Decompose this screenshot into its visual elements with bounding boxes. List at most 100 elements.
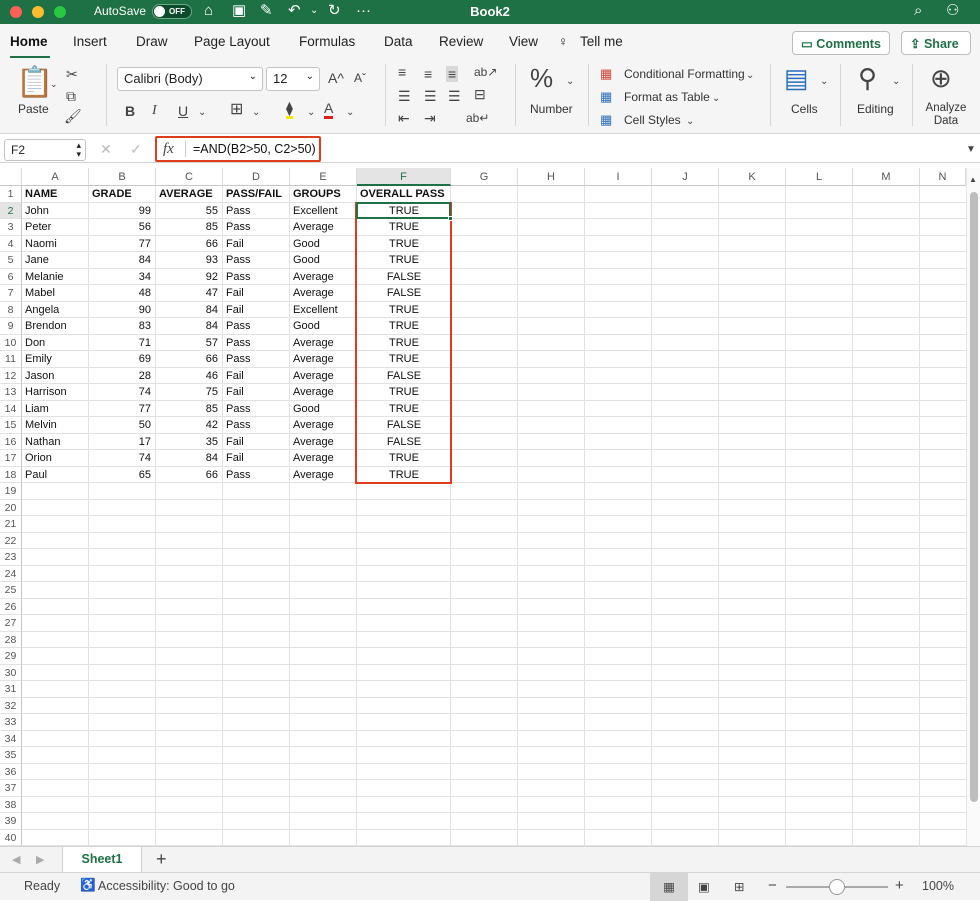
font-color-icon[interactable]: A (324, 100, 334, 119)
fill-handle[interactable] (448, 216, 453, 221)
align-left-icon[interactable]: ☰ (398, 88, 411, 104)
italic-button[interactable]: I (152, 103, 157, 119)
data-cell[interactable]: 50 (89, 417, 156, 434)
data-cell[interactable]: Fail (223, 384, 290, 401)
borders-dropdown-icon[interactable]: ⌄ (252, 105, 260, 121)
data-cell[interactable]: Fail (223, 285, 290, 302)
column-header-f[interactable]: F (357, 168, 451, 186)
header-cell[interactable]: AVERAGE (156, 186, 223, 203)
data-cell[interactable]: Average (290, 434, 357, 451)
row-header-9[interactable]: 9 (0, 318, 22, 335)
number-label[interactable]: Number (530, 102, 573, 116)
data-cell[interactable]: 99 (89, 203, 156, 220)
header-cell[interactable]: GROUPS (290, 186, 357, 203)
data-cell[interactable]: Pass (223, 252, 290, 269)
data-cell[interactable]: 85 (156, 219, 223, 236)
undo-icon[interactable]: ↶ (288, 2, 301, 20)
data-cell[interactable]: Emily (22, 351, 89, 368)
data-cell[interactable]: 71 (89, 335, 156, 352)
data-cell[interactable]: Peter (22, 219, 89, 236)
row-header-35[interactable]: 35 (0, 747, 22, 764)
data-cell[interactable]: 66 (156, 236, 223, 253)
data-cell[interactable]: 56 (89, 219, 156, 236)
scroll-up-icon[interactable]: ▲ (969, 172, 977, 188)
editing-icon[interactable]: ⚲ (858, 64, 877, 92)
conditional-formatting-icon[interactable]: ▦ (600, 66, 612, 82)
align-bottom-icon[interactable]: ≡ (446, 66, 459, 82)
data-cell[interactable]: 93 (156, 252, 223, 269)
page-break-view-icon[interactable]: ⊞ (734, 879, 744, 894)
column-header-n[interactable]: N (920, 168, 966, 186)
cell-styles-icon[interactable]: ▦ (600, 112, 612, 128)
zoom-window-button[interactable] (54, 6, 66, 18)
cut-icon[interactable]: ✂ (66, 66, 78, 82)
data-cell[interactable]: Fail (223, 302, 290, 319)
data-cell[interactable]: Average (290, 368, 357, 385)
row-header-31[interactable]: 31 (0, 681, 22, 698)
tab-draw[interactable]: Draw (136, 34, 168, 49)
fill-color-icon[interactable]: ⧫ (286, 100, 293, 119)
row-header-3[interactable]: 3 (0, 219, 22, 236)
conditional-formatting-button[interactable]: Conditional Formatting (624, 67, 745, 81)
data-cell[interactable]: 77 (89, 401, 156, 418)
search-icon[interactable]: ⌕ (914, 2, 922, 20)
data-cell[interactable]: Orion (22, 450, 89, 467)
redo-icon[interactable]: ↻ (328, 2, 341, 20)
data-cell[interactable]: 85 (156, 401, 223, 418)
row-header-14[interactable]: 14 (0, 400, 22, 417)
align-right-icon[interactable]: ☰ (448, 88, 461, 104)
merge-center-icon[interactable]: ⊟ (474, 86, 486, 102)
row-header-27[interactable]: 27 (0, 615, 22, 632)
page-layout-view-icon[interactable]: ▣ (698, 879, 710, 894)
percent-icon[interactable]: % (530, 64, 553, 92)
cells-label[interactable]: Cells (791, 102, 818, 116)
data-cell[interactable]: 84 (89, 252, 156, 269)
data-cell[interactable]: 84 (156, 318, 223, 335)
data-cell[interactable]: Fail (223, 434, 290, 451)
scroll-sheets-right-icon[interactable]: ▶ (36, 852, 44, 868)
data-cell[interactable]: 77 (89, 236, 156, 253)
data-cell[interactable]: Average (290, 384, 357, 401)
data-cell[interactable]: John (22, 203, 89, 220)
column-header-j[interactable]: J (652, 168, 719, 186)
enter-icon[interactable]: ✓ (130, 141, 142, 157)
tab-page-layout[interactable]: Page Layout (194, 34, 270, 49)
row-header-4[interactable]: 4 (0, 235, 22, 252)
data-cell[interactable]: Fail (223, 368, 290, 385)
tab-view[interactable]: View (509, 34, 538, 49)
align-center-icon[interactable]: ☰ (424, 88, 437, 104)
row-header-29[interactable]: 29 (0, 648, 22, 665)
data-cell[interactable]: 46 (156, 368, 223, 385)
data-cell[interactable]: Pass (223, 318, 290, 335)
editing-dropdown-icon[interactable]: ⌄ (892, 74, 900, 90)
data-cell[interactable]: Naomi (22, 236, 89, 253)
data-cell[interactable]: Angela (22, 302, 89, 319)
data-cell[interactable]: Pass (223, 401, 290, 418)
row-header-22[interactable]: 22 (0, 532, 22, 549)
data-cell[interactable]: 28 (89, 368, 156, 385)
data-cell[interactable]: 66 (156, 467, 223, 484)
underline-button[interactable]: U (178, 103, 188, 119)
cells-icon[interactable]: ▤ (784, 64, 809, 92)
data-cell[interactable]: Nathan (22, 434, 89, 451)
function-icon[interactable]: fx (163, 141, 174, 157)
worksheet-grid[interactable]: A B C D E F G H I J K L M N 1 2 3 4 5 6 7 8 9 10 11 12 13 14 15 16 17 1… (0, 168, 966, 846)
column-header-k[interactable]: K (719, 168, 786, 186)
data-cell[interactable]: Jane (22, 252, 89, 269)
chevron-down-icon[interactable]: ⌄ (712, 91, 720, 107)
column-header-b[interactable]: B (89, 168, 156, 186)
data-cell[interactable]: Jason (22, 368, 89, 385)
data-cell[interactable]: 84 (156, 450, 223, 467)
sheet-tab-sheet1[interactable]: Sheet1 (62, 847, 142, 873)
formula-input[interactable]: =AND(B2>50, C2>50) (193, 142, 316, 156)
data-cell[interactable]: 74 (89, 450, 156, 467)
copy-icon[interactable]: ⧉ (66, 88, 76, 104)
row-header-8[interactable]: 8 (0, 301, 22, 318)
data-cell[interactable]: 42 (156, 417, 223, 434)
format-painter-icon[interactable]: 🖌 (64, 108, 82, 124)
data-cell[interactable]: 69 (89, 351, 156, 368)
font-size-dropdown[interactable]: 12 ⌄ (266, 67, 320, 91)
normal-view-icon[interactable]: ▦ (650, 873, 688, 901)
row-header-23[interactable]: 23 (0, 549, 22, 566)
data-cell[interactable]: Pass (223, 203, 290, 220)
